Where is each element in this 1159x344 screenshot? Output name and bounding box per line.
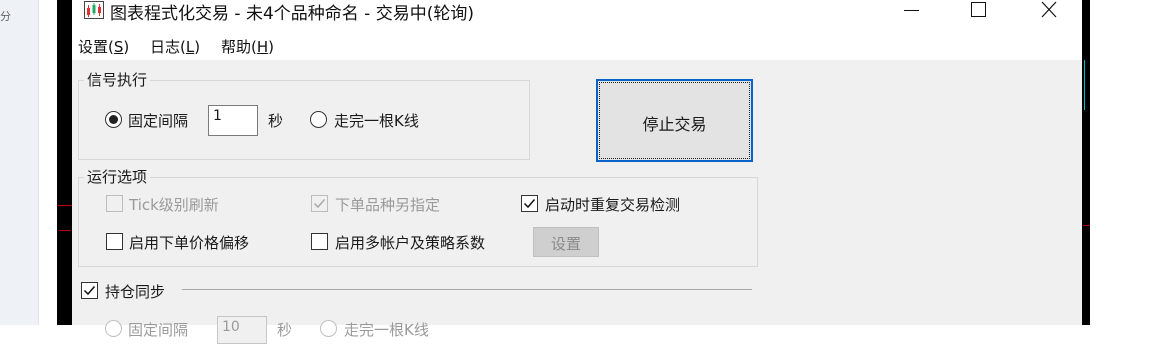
- position-sync-label: 持仓同步: [105, 283, 166, 301]
- position-sync-checkbox[interactable]: [81, 282, 98, 299]
- chart-line: [59, 230, 71, 231]
- sidebar-text: 分: [0, 10, 11, 23]
- tick-refresh-label: Tick级别刷新: [129, 196, 219, 214]
- section-divider: [182, 289, 752, 290]
- trading-dialog: 图表程式化交易 - 未4个品种命名 - 交易中(轮询) 设置(S) 日志(L) …: [72, 0, 1082, 344]
- chart-line: [1084, 60, 1085, 110]
- startup-check-label: 启动时重复交易检测: [545, 196, 681, 214]
- stop-trading-label: 停止交易: [642, 115, 707, 134]
- check-icon: [83, 286, 96, 296]
- chart-line: [57, 205, 72, 206]
- check-icon: [313, 199, 326, 209]
- fixed-interval-radio[interactable]: [105, 111, 122, 128]
- check-icon: [523, 199, 536, 209]
- price-offset-label: 启用下单价格偏移: [129, 234, 250, 252]
- menu-log[interactable]: 日志(L): [150, 36, 200, 57]
- multi-account-settings-button[interactable]: 设置: [533, 227, 599, 257]
- tick-refresh-checkbox[interactable]: [106, 195, 123, 212]
- order-symbol-checkbox[interactable]: [311, 195, 328, 212]
- settings-button-label: 设置: [550, 235, 581, 253]
- sync-kline-label: 走完一根K线: [344, 321, 429, 339]
- window-title: 图表程式化交易 - 未4个品种命名 - 交易中(轮询): [110, 4, 474, 24]
- multi-account-label: 启用多帐户及策略系数: [335, 234, 486, 252]
- stop-trading-button[interactable]: 停止交易: [596, 79, 753, 162]
- price-offset-checkbox[interactable]: [106, 233, 123, 250]
- startup-check-checkbox[interactable]: [521, 195, 538, 212]
- sync-kline-radio[interactable]: [320, 320, 337, 337]
- minimize-button[interactable]: [887, 0, 933, 22]
- menu-help[interactable]: 帮助(H): [221, 36, 274, 57]
- signal-exec-title: 信号执行: [84, 69, 151, 90]
- order-symbol-label: 下单品种另指定: [335, 196, 441, 214]
- kline-radio[interactable]: [310, 111, 327, 128]
- menu-settings[interactable]: 设置(S): [78, 36, 129, 57]
- menu-bar: 设置(S) 日志(L) 帮助(H): [72, 28, 1082, 60]
- sync-fixed-interval-radio[interactable]: [105, 320, 122, 337]
- app-chart-icon: [84, 1, 104, 19]
- chart-line: [1083, 225, 1090, 226]
- title-bar[interactable]: 图表程式化交易 - 未4个品种命名 - 交易中(轮询): [72, 0, 1082, 28]
- maximize-button[interactable]: [955, 0, 1001, 22]
- interval-input[interactable]: 1: [208, 105, 258, 136]
- background-app-sidebar: 分: [0, 0, 39, 325]
- fixed-interval-label: 固定间隔: [128, 112, 189, 130]
- sync-seconds-label: 秒: [277, 321, 293, 339]
- run-options-group: [78, 177, 758, 267]
- sync-interval-input[interactable]: 10: [217, 316, 267, 344]
- sync-fixed-interval-label: 固定间隔: [128, 321, 189, 339]
- run-options-title: 运行选项: [84, 166, 151, 187]
- multi-account-checkbox[interactable]: [311, 233, 328, 250]
- close-button[interactable]: [1025, 0, 1071, 22]
- kline-label: 走完一根K线: [334, 112, 419, 130]
- seconds-label: 秒: [268, 112, 284, 130]
